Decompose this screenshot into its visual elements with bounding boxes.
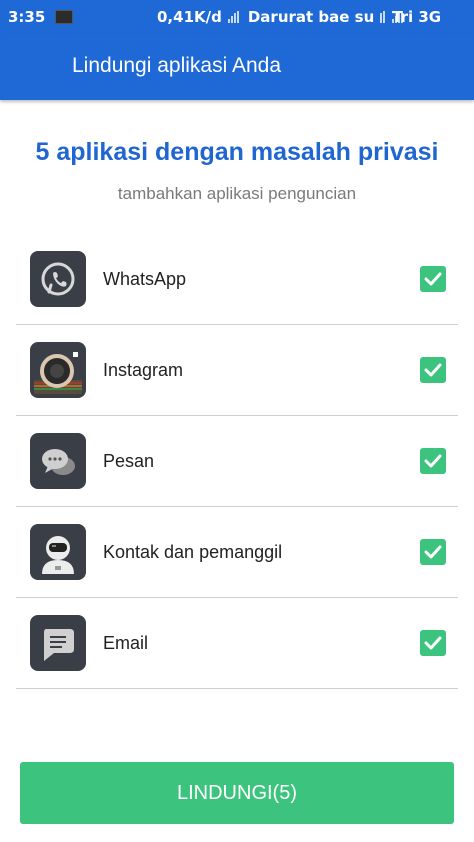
status-left: 3:35: [8, 8, 74, 26]
app-checkbox[interactable]: [420, 357, 446, 383]
contacts-icon: [30, 524, 86, 580]
app-list: WhatsApp Instagram Pesan Kontak dan pema…: [16, 234, 458, 689]
app-bar: Lindungi aplikasi Anda: [0, 34, 474, 100]
app-row-kontak[interactable]: Kontak dan pemanggil: [16, 507, 458, 598]
whatsapp-icon: [30, 251, 86, 307]
app-label: Pesan: [103, 451, 155, 471]
status-right: Tri 3G: [392, 8, 441, 26]
app-row-instagram[interactable]: Instagram: [16, 325, 458, 416]
privacy-headline: 5 aplikasi dengan masalah privasi: [35, 138, 439, 166]
notification-icon: [55, 10, 74, 24]
protect-button[interactable]: LINDUNGI(5): [20, 762, 454, 824]
status-bar: 3:35 0,41K/d Darurat bae su Tri 3G: [0, 0, 474, 34]
data-transfer-icon: [380, 11, 386, 23]
app-checkbox[interactable]: [420, 630, 446, 656]
app-checkbox[interactable]: [420, 539, 446, 565]
messages-icon: [30, 433, 86, 489]
sim1-label: Darurat bae su: [247, 8, 375, 26]
privacy-subheadline: tambahkan aplikasi penguncian: [117, 184, 357, 203]
email-icon: [30, 615, 86, 671]
sim2-label: Tri 3G: [392, 8, 442, 26]
app-label: Instagram: [103, 360, 184, 380]
instagram-icon: [30, 342, 86, 398]
app-row-whatsapp[interactable]: WhatsApp: [16, 234, 458, 325]
status-center: 0,41K/d Darurat bae su: [157, 8, 404, 26]
app-row-email[interactable]: Email: [16, 598, 458, 689]
app-label: WhatsApp: [103, 269, 187, 289]
app-bar-title: Lindungi aplikasi Anda: [72, 54, 281, 77]
app-label: Email: [103, 633, 149, 653]
app-checkbox[interactable]: [420, 448, 446, 474]
network-speed: 0,41K/d: [157, 8, 222, 26]
app-checkbox[interactable]: [420, 266, 446, 292]
status-time: 3:35: [8, 8, 46, 26]
app-row-pesan[interactable]: Pesan: [16, 416, 458, 507]
signal-icon: [227, 11, 240, 23]
app-label: Kontak dan pemanggil: [103, 542, 283, 562]
